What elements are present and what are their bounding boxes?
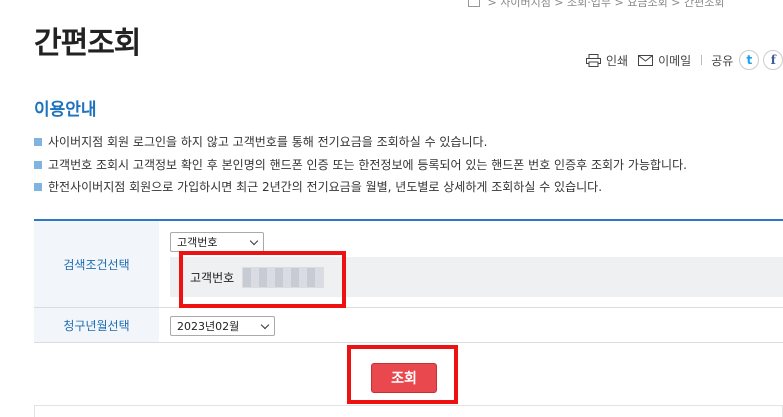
section-title: 이용안내 [34, 100, 97, 120]
page-tools: 인쇄 이메일 공유 t f [586, 50, 783, 70]
info-text: 한전사이버지점 회원으로 가입하시면 최근 2년간의 전기요금을 월별, 년도별… [48, 180, 603, 194]
home-icon[interactable] [468, 0, 480, 7]
chevron-down-icon [260, 320, 270, 329]
search-type-value: 고객번호 [177, 236, 218, 249]
mail-icon [638, 54, 654, 66]
breadcrumb-sep: > [554, 0, 568, 9]
search-condition-row: 검색조건선택 고객번호 고객번호 [34, 221, 783, 308]
share-label: 공유 [711, 53, 734, 68]
billing-month-field: 2023년02월 [159, 308, 783, 342]
breadcrumb-item[interactable]: 사이버지점 [500, 0, 551, 9]
breadcrumb-item[interactable]: 요금조회 [627, 0, 667, 9]
breadcrumb-item[interactable]: 간편조회 [684, 0, 724, 9]
print-label: 인쇄 [606, 53, 629, 68]
breadcrumb: > 사이버지점 > 조회·업무 > 요금조회 > 간편조회 [468, 0, 724, 10]
search-button[interactable]: 조회 [371, 363, 437, 393]
breadcrumb-sep: > [614, 0, 628, 9]
email-button[interactable]: 이메일 [638, 52, 691, 69]
highlight-box-customer-number [179, 251, 346, 308]
chevron-down-icon [249, 236, 259, 245]
info-text: 고객번호 조회시 고객정보 확인 후 본인명의 핸드폰 인증 또는 한전정보에 … [48, 157, 687, 172]
list-item: 한전사이버지점 회원으로 가입하시면 최근 2년간의 전기요금을 월별, 년도별… [34, 176, 687, 199]
square-bullet-icon [34, 138, 42, 147]
divider [701, 55, 703, 65]
square-bullet-icon [34, 183, 42, 192]
breadcrumb-sep: > [487, 0, 501, 9]
search-condition-label: 검색조건선택 [34, 221, 159, 307]
billing-month-select[interactable]: 2023년02월 [170, 316, 275, 336]
print-icon [586, 53, 601, 67]
list-item: 사이버지점 회원 로그인을 하지 않고 고객번호를 통해 전기요금을 조회하실 … [34, 131, 687, 154]
result-area [34, 405, 783, 417]
twitter-icon[interactable]: t [739, 50, 760, 70]
breadcrumb-sep: > [671, 0, 684, 9]
billing-month-label: 청구년월선택 [34, 308, 159, 342]
info-text: 사이버지점 회원 로그인을 하지 않고 고객번호를 통해 전기요금을 조회하실 … [48, 135, 488, 149]
billing-month-row: 청구년월선택 2023년02월 [34, 308, 783, 343]
facebook-icon[interactable]: f [763, 50, 783, 70]
square-bullet-icon [34, 160, 42, 169]
billing-month-value: 2023년02월 [177, 320, 240, 333]
info-list: 사이버지점 회원 로그인을 하지 않고 고객번호를 통해 전기요금을 조회하실 … [34, 131, 687, 199]
list-item: 고객번호 조회시 고객정보 확인 후 본인명의 핸드폰 인증 또는 한전정보에 … [34, 154, 687, 177]
breadcrumb-item[interactable]: 조회·업무 [567, 0, 611, 9]
search-form: 검색조건선택 고객번호 고객번호 청구년월선택 2023년02월 [34, 219, 783, 343]
email-label: 이메일 [658, 53, 692, 68]
page-title: 간편조회 [34, 26, 141, 61]
print-button[interactable]: 인쇄 [586, 52, 628, 69]
search-type-select[interactable]: 고객번호 [170, 232, 264, 252]
